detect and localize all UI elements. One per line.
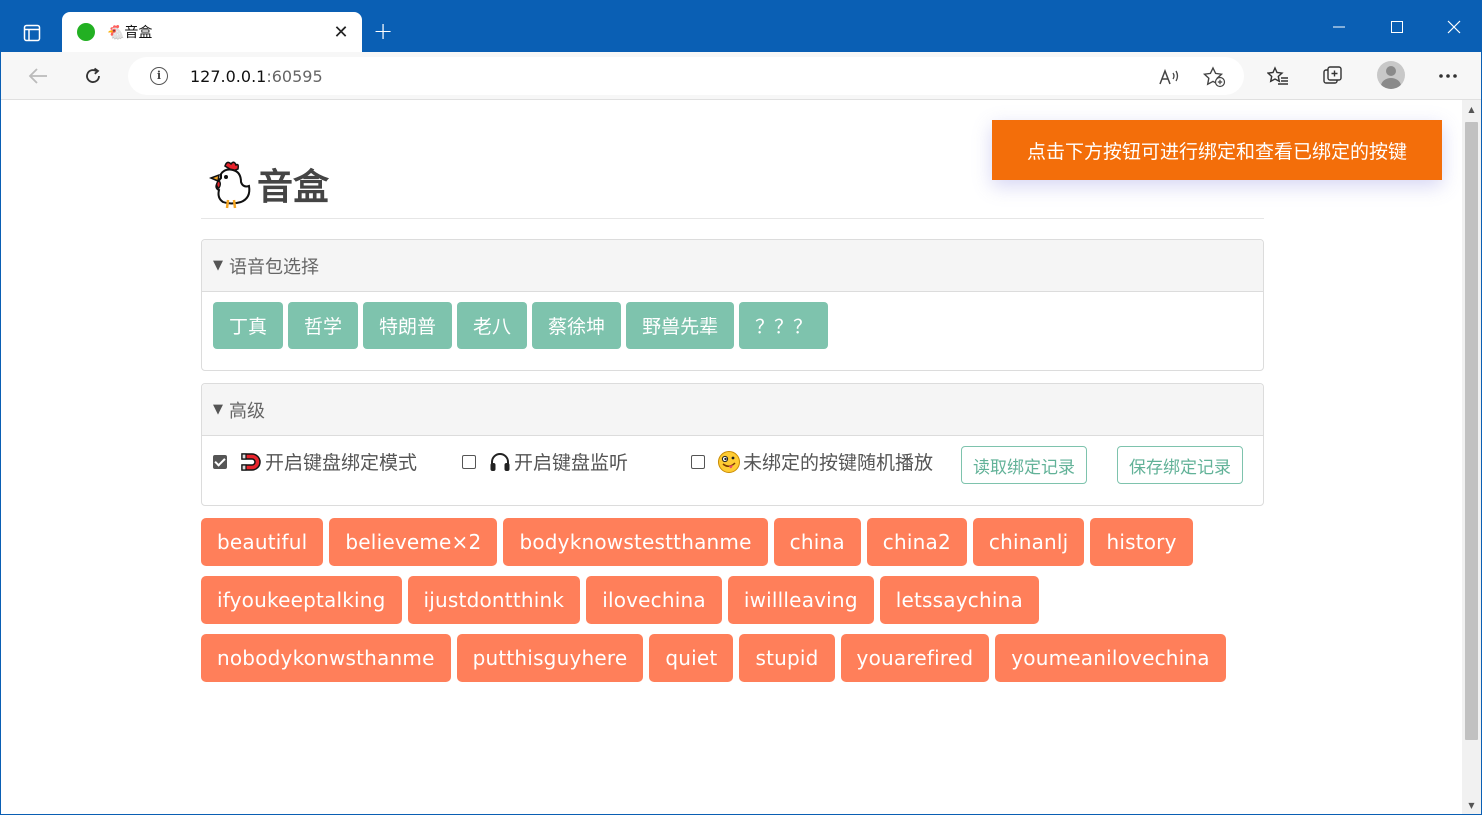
keyboard-bind-mode-checkbox[interactable]	[213, 454, 227, 469]
minimize-icon[interactable]	[1310, 1, 1368, 52]
voice-pack-panel-header[interactable]: ▼ 语音包选择	[202, 240, 1263, 292]
sound-button[interactable]: iwillleaving	[727, 576, 874, 624]
zany-face-icon	[717, 450, 741, 474]
voice-pack-button[interactable]: 哲学	[288, 302, 359, 349]
active-tab[interactable]: 🐔音盒 ✕	[62, 12, 362, 52]
page-title: 音盒	[257, 167, 330, 208]
read-bindings-button[interactable]: 读取绑定记录	[961, 446, 1087, 484]
scroll-thumb[interactable]	[1465, 122, 1478, 740]
back-icon[interactable]	[21, 59, 55, 93]
scroll-up-icon[interactable]: ▲	[1462, 100, 1481, 120]
favorites-icon[interactable]	[1261, 59, 1295, 93]
close-window-icon[interactable]	[1425, 1, 1481, 52]
sound-button-grid: beautiful believeme×2 bodyknowstestthanme c…	[201, 518, 1264, 682]
sound-button[interactable]: china	[773, 518, 861, 566]
advanced-panel-header[interactable]: ▼ 高级	[202, 384, 1263, 436]
voice-pack-button[interactable]: 丁真	[213, 302, 284, 349]
keyboard-bind-mode-option[interactable]: 开启键盘绑定模式	[213, 448, 417, 475]
page-scrollbar[interactable]: ▲ ▼	[1462, 100, 1481, 814]
headphones-icon	[488, 450, 512, 474]
voice-pack-panel: ▼ 语音包选择 丁真 哲学 特朗普 老八 蔡徐坤 野兽先辈？？？	[201, 239, 1264, 371]
save-bindings-button[interactable]: 保存绑定记录	[1117, 446, 1243, 484]
sound-button[interactable]: letssaychina	[879, 576, 1039, 624]
more-menu-icon[interactable]	[1431, 59, 1465, 93]
sound-button[interactable]: youmeanilovechina	[995, 634, 1226, 682]
address-bar[interactable]: i 127.0.0.1:60595	[128, 57, 1244, 95]
random-play-checkbox[interactable]	[691, 454, 705, 469]
new-tab-icon[interactable]: +	[369, 17, 397, 45]
tab-actions-icon[interactable]	[15, 16, 49, 50]
sound-button[interactable]: stupid	[739, 634, 835, 682]
read-aloud-icon[interactable]	[1156, 64, 1182, 90]
expand-triangle-icon: ▼	[213, 258, 223, 273]
keyboard-listen-option[interactable]: 开启键盘监听	[462, 448, 628, 475]
advanced-options: 开启键盘绑定模式 开启键盘监听 未绑定的按键随机播放 读取绑定记录 保存绑定记录	[202, 436, 1263, 506]
voice-pack-button[interactable]: 老八	[457, 302, 528, 349]
page-content: 点击下方按钮可进行绑定和查看已绑定的按键 音盒 ▼ 语音包选择 丁真 哲学 特朗普老…	[1, 100, 1462, 814]
voice-pack-button[interactable]: 野兽先辈	[626, 302, 735, 349]
maximize-icon[interactable]	[1368, 1, 1426, 52]
scroll-down-icon[interactable]: ▼	[1462, 796, 1481, 814]
sound-button[interactable]: bodyknowstestthanme	[503, 518, 768, 566]
sound-button[interactable]: ilovechina	[586, 576, 722, 624]
keyboard-bind-mode-label: 开启键盘绑定模式	[265, 452, 418, 474]
browser-window: 🐔音盒 ✕ + i 127.0.0.1:60595 点击下方按钮可进行绑定和查看…	[0, 0, 1482, 815]
site-favicon-icon	[77, 23, 95, 41]
voice-pack-button[interactable]: ？？？	[739, 302, 829, 349]
tab-close-icon[interactable]: ✕	[328, 19, 354, 45]
random-play-option[interactable]: 未绑定的按键随机播放	[691, 448, 933, 475]
chicken-logo-icon	[208, 161, 251, 209]
keyboard-listen-label: 开启键盘监听	[514, 452, 629, 474]
tab-title: 🐔音盒	[107, 25, 153, 41]
random-play-label: 未绑定的按键随机播放	[743, 452, 934, 474]
browser-toolbar: i 127.0.0.1:60595	[1, 52, 1481, 100]
page-header: 音盒	[201, 150, 1264, 219]
voice-pack-title: 语音包选择	[229, 256, 319, 278]
advanced-title: 高级	[229, 400, 265, 422]
sound-button[interactable]: history	[1090, 518, 1193, 566]
voice-pack-list: 丁真 哲学 特朗普 老八 蔡徐坤 野兽先辈？？？	[202, 292, 1263, 359]
sound-button[interactable]: nobodykonwsthanme	[201, 634, 451, 682]
sound-button[interactable]: ijustdontthink	[407, 576, 581, 624]
refresh-icon[interactable]	[76, 59, 110, 93]
sound-button[interactable]: believeme×2	[329, 518, 498, 566]
expand-triangle-icon: ▼	[213, 402, 223, 417]
title-bar: 🐔音盒 ✕ +	[1, 1, 1481, 52]
keyboard-listen-checkbox[interactable]	[462, 454, 476, 469]
voice-pack-button[interactable]: 蔡徐坤	[532, 302, 622, 349]
advanced-panel: ▼ 高级 开启键盘绑定模式 开启键盘监听 未绑定的按键随机播放 读取绑定记录 保…	[201, 383, 1264, 506]
sound-button[interactable]: putthisguyhere	[456, 634, 644, 682]
profile-avatar-icon[interactable]	[1377, 61, 1405, 89]
magnet-icon	[239, 450, 263, 474]
site-info-icon[interactable]: i	[150, 67, 168, 85]
url-text: 127.0.0.1:60595	[190, 67, 323, 86]
sound-button[interactable]: china2	[866, 518, 967, 566]
voice-pack-button[interactable]: 特朗普	[363, 302, 453, 349]
sound-button[interactable]: youarefired	[840, 634, 990, 682]
sound-button[interactable]: chinanlj	[972, 518, 1085, 566]
sound-button[interactable]: ifyoukeeptalking	[201, 576, 402, 624]
add-favorite-icon[interactable]	[1201, 64, 1227, 90]
sound-button[interactable]: quiet	[649, 634, 734, 682]
collections-icon[interactable]	[1316, 59, 1350, 93]
sound-button[interactable]: beautiful	[201, 518, 324, 566]
